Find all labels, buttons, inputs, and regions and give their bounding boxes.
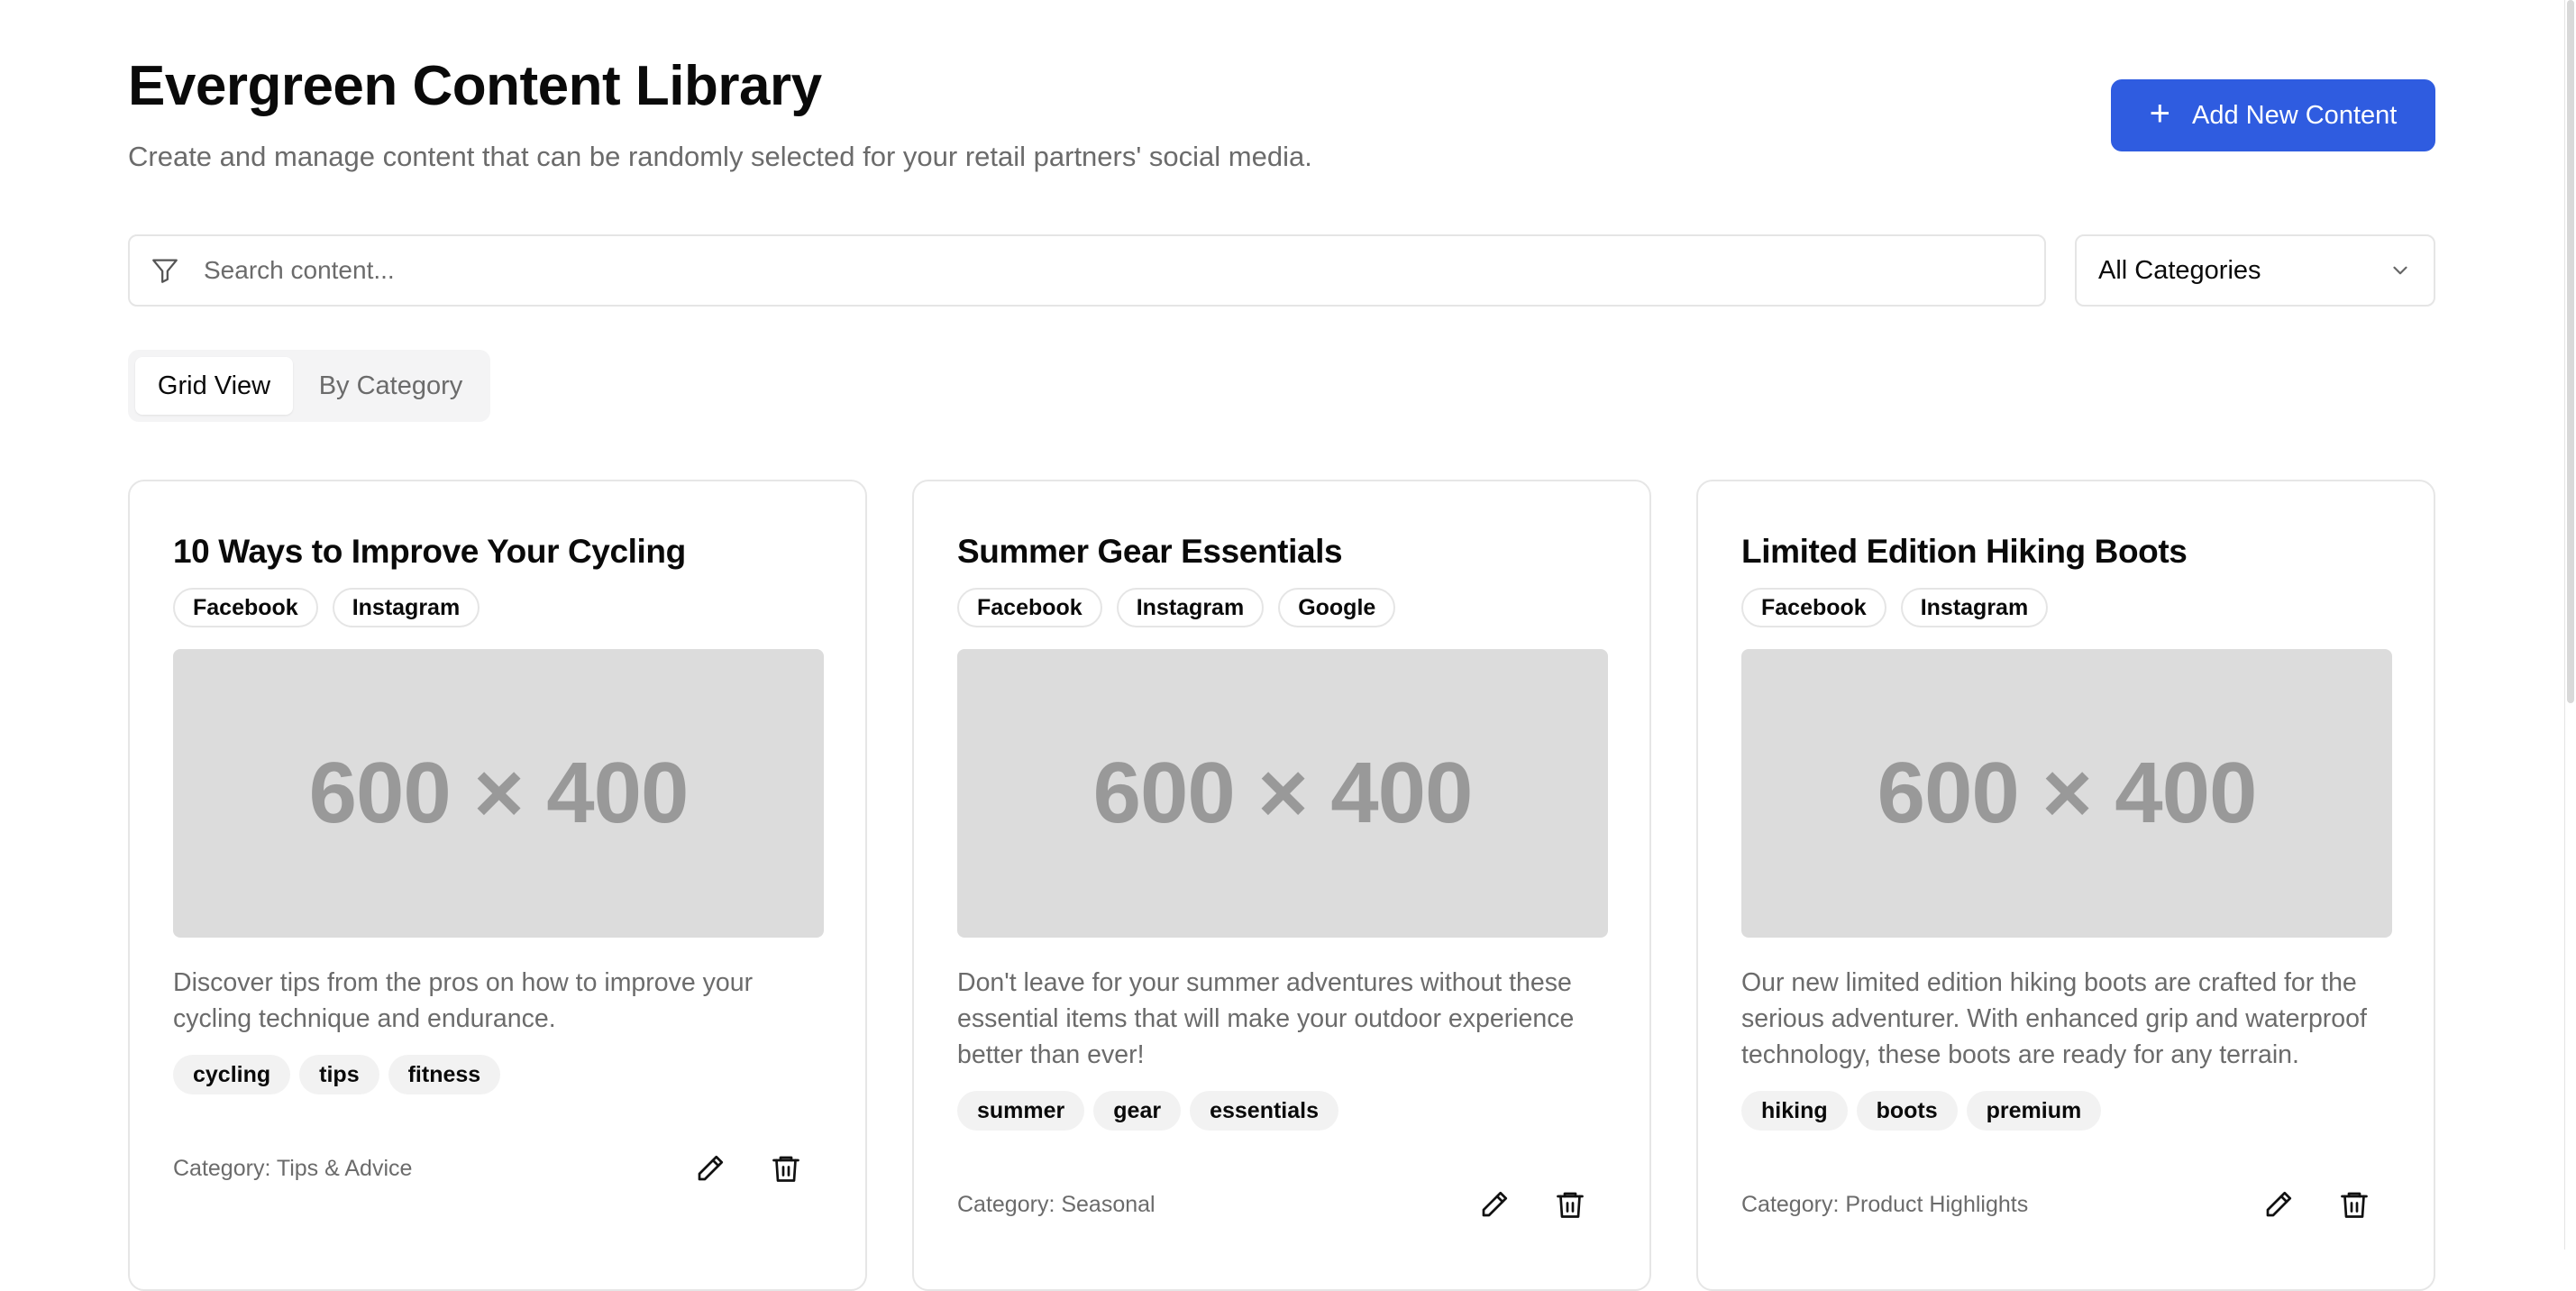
search-input[interactable] [202, 255, 1918, 286]
add-new-content-label: Add New Content [2192, 100, 2398, 130]
content-card: 10 Ways to Improve Your Cycling Facebook… [128, 480, 867, 1291]
card-image-placeholder: 600 × 400 [1741, 649, 2392, 938]
content-card: Summer Gear Essentials Facebook Instagra… [912, 480, 1651, 1291]
category-select-value: All Categories [2098, 255, 2261, 285]
card-category: Category: Product Highlights [1741, 1191, 2029, 1217]
platform-badge: Facebook [173, 588, 318, 627]
tag-chip: cycling [173, 1055, 291, 1094]
platform-badge: Facebook [1741, 588, 1886, 627]
pencil-icon[interactable] [2262, 1188, 2295, 1221]
plus-icon: + [2149, 94, 2171, 133]
card-category: Category: Seasonal [957, 1191, 1156, 1217]
platform-badge: Facebook [957, 588, 1102, 627]
tag-chip: summer [957, 1091, 1085, 1131]
card-actions [2262, 1188, 2370, 1221]
category-select[interactable]: All Categories [2075, 234, 2435, 307]
image-placeholder-text: 600 × 400 [1092, 745, 1474, 841]
tag-chip: premium [1966, 1091, 2102, 1131]
tab-grid-view[interactable]: Grid View [135, 357, 293, 415]
vertical-scrollbar[interactable] [2567, 0, 2574, 703]
platform-badge: Instagram [1900, 588, 2049, 627]
card-description: Our new limited edition hiking boots are… [1741, 968, 2367, 1069]
platform-badge: Google [1278, 588, 1396, 627]
image-placeholder-text: 600 × 400 [1877, 745, 2258, 841]
card-footer: Category: Seasonal [957, 1186, 1608, 1222]
card-footer: Category: Tips & Advice [173, 1150, 824, 1186]
card-description: Don't leave for your summer adventures w… [957, 968, 1575, 1069]
tag-chip: essentials [1190, 1091, 1338, 1131]
card-footer: Category: Product Highlights [1741, 1186, 2392, 1222]
card-tags: summer gear essentials [957, 1091, 1608, 1131]
tag-chip: hiking [1741, 1091, 1848, 1131]
tag-chip: boots [1856, 1091, 1958, 1131]
pencil-icon[interactable] [694, 1152, 726, 1185]
image-placeholder-text: 600 × 400 [308, 745, 690, 841]
view-tabs: Grid View By Category [128, 350, 490, 422]
trash-icon[interactable] [1554, 1188, 1586, 1221]
pencil-icon[interactable] [1478, 1188, 1511, 1221]
card-image-placeholder: 600 × 400 [957, 649, 1608, 938]
platform-badges: Facebook Instagram [1741, 588, 2392, 627]
tag-chip: gear [1093, 1091, 1182, 1131]
tag-chip: tips [299, 1055, 379, 1094]
platform-badge: Instagram [332, 588, 480, 627]
card-tags: hiking boots premium [1741, 1091, 2392, 1131]
platform-badge: Instagram [1116, 588, 1265, 627]
page-header: Evergreen Content Library Create and man… [128, 54, 2435, 180]
content-grid: 10 Ways to Improve Your Cycling Facebook… [128, 480, 2435, 1291]
tag-chip: fitness [388, 1055, 501, 1094]
card-title: Limited Edition Hiking Boots [1741, 533, 2188, 570]
search-bar [128, 234, 2046, 307]
card-actions [1478, 1188, 1586, 1221]
card-description: Discover tips from the pros on how to im… [173, 968, 754, 1033]
platform-badges: Facebook Instagram [173, 588, 824, 627]
chevron-down-icon [2393, 266, 2407, 275]
content-card: Limited Edition Hiking Boots Facebook In… [1696, 480, 2435, 1291]
filter-icon [152, 259, 178, 283]
card-title: Summer Gear Essentials [957, 533, 1343, 570]
trash-icon[interactable] [2338, 1188, 2370, 1221]
card-tags: cycling tips fitness [173, 1055, 824, 1094]
card-image-placeholder: 600 × 400 [173, 649, 824, 938]
card-actions [694, 1152, 802, 1185]
trash-icon[interactable] [770, 1152, 802, 1185]
page-subtitle: Create and manage content that can be ra… [128, 141, 1312, 172]
card-title: 10 Ways to Improve Your Cycling [173, 533, 686, 570]
page-title: Evergreen Content Library [128, 55, 822, 117]
add-new-content-button[interactable]: + Add New Content [2111, 79, 2435, 151]
tab-by-category[interactable]: By Category [298, 357, 483, 415]
card-category: Category: Tips & Advice [173, 1155, 413, 1181]
platform-badges: Facebook Instagram Google [957, 588, 1608, 627]
